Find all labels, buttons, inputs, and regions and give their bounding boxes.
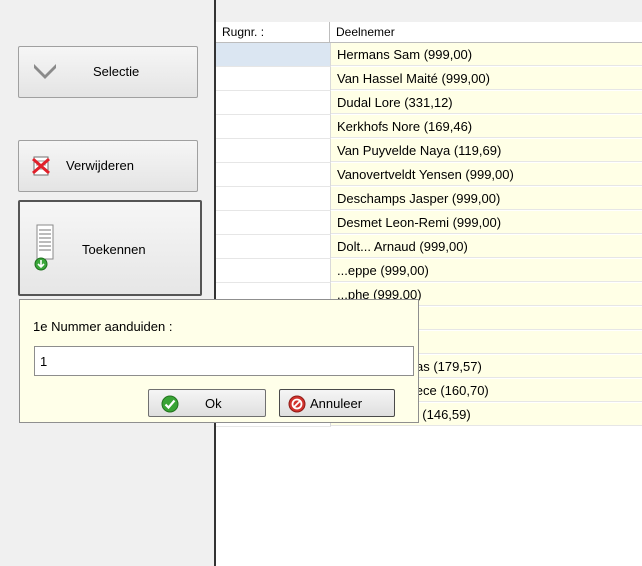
rugnr-cell[interactable] [216, 163, 331, 187]
table-row[interactable]: Dolt... Arnaud (999,00) [216, 235, 642, 259]
table-row[interactable]: Hermans Sam (999,00) [216, 43, 642, 67]
column-header-rugnr[interactable]: Rugnr. : [216, 22, 330, 42]
cancel-label: Annuleer [310, 396, 363, 411]
table-row[interactable]: Van Hassel Maité (999,00) [216, 67, 642, 91]
toekennen-label: Toekennen [82, 242, 146, 257]
deelnemer-cell[interactable]: Dolt... Arnaud (999,00) [331, 235, 642, 258]
start-number-input[interactable] [34, 346, 414, 376]
rugnr-cell[interactable] [216, 91, 331, 115]
ok-label: Ok [205, 396, 222, 411]
table-row[interactable]: Dudal Lore (331,12) [216, 91, 642, 115]
deelnemer-cell[interactable]: Desmet Leon-Remi (999,00) [331, 211, 642, 234]
dialog-label: 1e Nummer aanduiden : [33, 319, 173, 334]
number-dialog: 1e Nummer aanduiden : Ok Annuleer [19, 299, 419, 423]
deelnemer-cell[interactable]: Vanovertveldt Yensen (999,00) [331, 163, 642, 186]
column-header-deelnemer[interactable]: Deelnemer [330, 22, 642, 42]
table-row[interactable]: Desmet Leon-Remi (999,00) [216, 211, 642, 235]
rugnr-cell[interactable] [216, 259, 331, 283]
rugnr-cell[interactable] [216, 211, 331, 235]
table-row[interactable]: Vanovertveldt Yensen (999,00) [216, 163, 642, 187]
checkmark-icon [161, 395, 179, 416]
rugnr-cell[interactable] [216, 139, 331, 163]
rugnr-cell[interactable] [216, 43, 331, 67]
deelnemer-cell[interactable]: Van Hassel Maité (999,00) [331, 67, 642, 90]
deelnemer-cell[interactable]: Deschamps Jasper (999,00) [331, 187, 642, 210]
chevron-down-icon [33, 61, 57, 84]
deelnemer-cell[interactable]: Kerkhofs Nore (169,46) [331, 115, 642, 138]
selectie-label: Selectie [93, 64, 140, 79]
rugnr-cell[interactable] [216, 187, 331, 211]
assign-list-icon [34, 224, 60, 277]
deelnemer-cell[interactable]: ...eppe (999,00) [331, 259, 642, 282]
grid-header: Rugnr. : Deelnemer [216, 22, 642, 43]
delete-icon [31, 156, 53, 179]
sidebar: Selectie Verwijderen Toekennen [0, 0, 214, 566]
deelnemer-cell[interactable]: Dudal Lore (331,12) [331, 91, 642, 114]
selectie-button[interactable]: Selectie [18, 46, 198, 98]
verwijderen-label: Verwijderen [66, 158, 134, 173]
participants-grid: Rugnr. : Deelnemer Hermans Sam (999,00) … [216, 22, 642, 566]
table-row[interactable]: Deschamps Jasper (999,00) [216, 187, 642, 211]
ok-button[interactable]: Ok [148, 389, 266, 417]
verwijderen-button[interactable]: Verwijderen [18, 140, 198, 192]
table-row[interactable]: Kerkhofs Nore (169,46) [216, 115, 642, 139]
deelnemer-cell[interactable]: Hermans Sam (999,00) [331, 43, 642, 66]
cancel-button[interactable]: Annuleer [279, 389, 395, 417]
deelnemer-cell[interactable]: Van Puyvelde Naya (119,69) [331, 139, 642, 162]
rugnr-cell[interactable] [216, 235, 331, 259]
rugnr-cell[interactable] [216, 67, 331, 91]
table-row[interactable]: Van Puyvelde Naya (119,69) [216, 139, 642, 163]
table-row[interactable]: ...eppe (999,00) [216, 259, 642, 283]
cancel-icon [288, 395, 306, 416]
rugnr-cell[interactable] [216, 115, 331, 139]
toekennen-button[interactable]: Toekennen [18, 200, 202, 296]
